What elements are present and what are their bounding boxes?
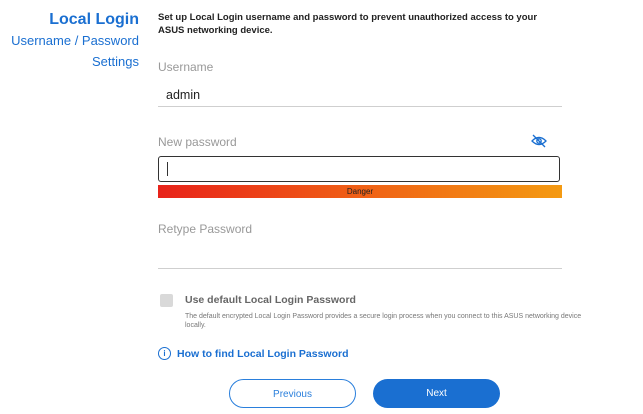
use-default-description: The default encrypted Local Login Passwo… <box>185 313 582 329</box>
eye-slash-icon[interactable] <box>531 134 547 148</box>
text-caret <box>167 162 168 176</box>
next-button[interactable]: Next <box>373 379 500 408</box>
username-label: Username <box>158 60 214 74</box>
retype-password-label: Retype Password <box>158 222 253 236</box>
retype-password-underline <box>158 268 562 269</box>
use-default-label[interactable]: Use default Local Login Password <box>185 294 356 306</box>
new-password-input[interactable] <box>158 156 560 182</box>
sidebar-subtitle-line1: Username / Password <box>11 33 139 48</box>
help-link[interactable]: i How to find Local Login Password <box>158 345 349 363</box>
intro-text: Set up Local Login username and password… <box>158 12 538 36</box>
username-underline <box>158 106 562 107</box>
new-password-label: New password <box>158 135 237 149</box>
previous-button[interactable]: Previous <box>229 379 356 408</box>
username-field[interactable]: admin <box>166 88 200 102</box>
sidebar: Local Login Username / Password Settings <box>11 10 139 72</box>
sidebar-title: Local Login <box>49 11 139 28</box>
use-default-checkbox[interactable] <box>160 294 173 307</box>
sidebar-subtitle-line2: Settings <box>92 54 139 69</box>
password-strength-bar: Danger <box>158 185 562 198</box>
help-link-text[interactable]: How to find Local Login Password <box>177 348 349 360</box>
password-strength-text: Danger <box>346 187 374 196</box>
info-icon: i <box>158 347 171 361</box>
